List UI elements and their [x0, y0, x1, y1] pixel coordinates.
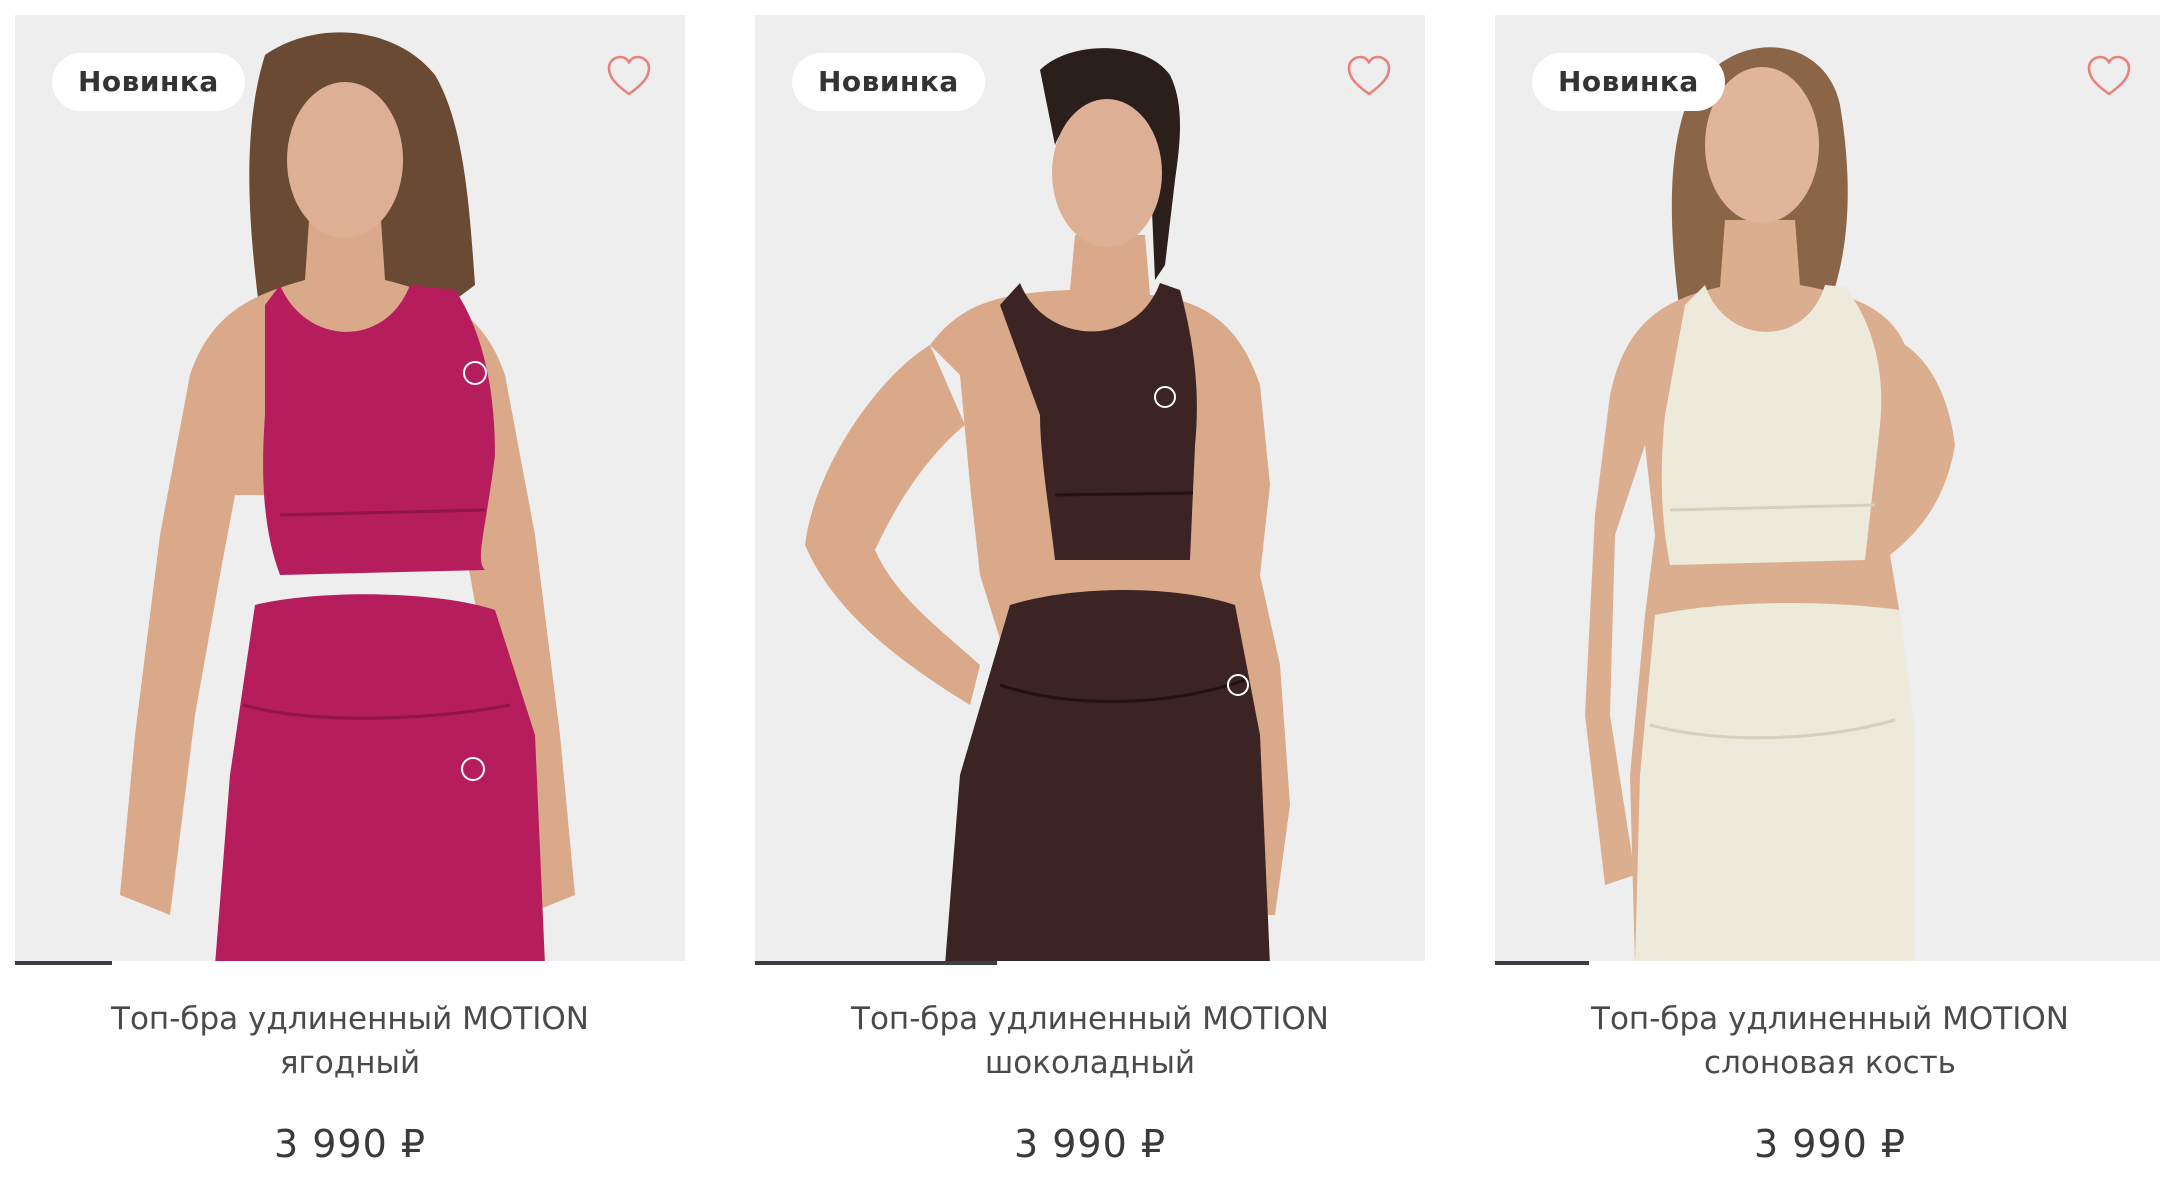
product-price: 3 990 ₽: [273, 1122, 427, 1166]
product-name-line2: слоновая кость: [1704, 1045, 1956, 1081]
product-name[interactable]: Топ-бра удлиненный MOTION ягодный: [15, 997, 685, 1085]
product-photo[interactable]: Новинка: [755, 15, 1425, 965]
product-card[interactable]: Новинка Топ-бра удлиненный MOTION слонов…: [1495, 15, 2160, 1204]
product-name-line2: ягодный: [279, 1045, 421, 1081]
model-illustration: [1495, 15, 2160, 965]
product-name-line1: Топ-бра удлиненный MOTION: [1591, 1001, 2069, 1037]
product-name-line1: Топ-бра удлиненный MOTION: [851, 1001, 1329, 1037]
product-name-line1: Топ-бра удлиненный MOTION: [111, 1001, 589, 1037]
product-card[interactable]: Новинка Топ-бра удлиненный MOTION шокола…: [755, 15, 1425, 1204]
model-illustration: [15, 15, 685, 965]
product-card[interactable]: Новинка Топ-бра удлиненный MOTION ягодны…: [15, 15, 685, 1204]
heart-outline-icon[interactable]: [605, 53, 653, 101]
product-photo[interactable]: Новинка: [15, 15, 685, 965]
new-badge: Новинка: [1532, 53, 1725, 111]
heart-outline-icon[interactable]: [2085, 53, 2133, 101]
product-name[interactable]: Топ-бра удлиненный MOTION шоколадный: [755, 997, 1425, 1085]
product-grid: Новинка Топ-бра удлиненный MOTION ягодны…: [0, 0, 2160, 1204]
gallery-progress: [1495, 961, 2160, 965]
product-photo[interactable]: Новинка: [1495, 15, 2160, 965]
product-name-line2: шоколадный: [984, 1045, 1196, 1081]
heart-outline-icon[interactable]: [1345, 53, 1393, 101]
product-price: 3 990 ₽: [1013, 1122, 1167, 1166]
gallery-progress-fill: [1495, 961, 1589, 965]
new-badge: Новинка: [792, 53, 985, 111]
gallery-progress-fill: [755, 961, 997, 965]
gallery-progress: [15, 961, 685, 965]
gallery-progress-fill: [15, 961, 113, 965]
new-badge: Новинка: [52, 53, 245, 111]
model-illustration: [755, 15, 1425, 965]
gallery-progress: [755, 961, 1425, 965]
product-price: 3 990 ₽: [1753, 1122, 1907, 1166]
product-name[interactable]: Топ-бра удлиненный MOTION слоновая кость: [1495, 997, 2160, 1085]
